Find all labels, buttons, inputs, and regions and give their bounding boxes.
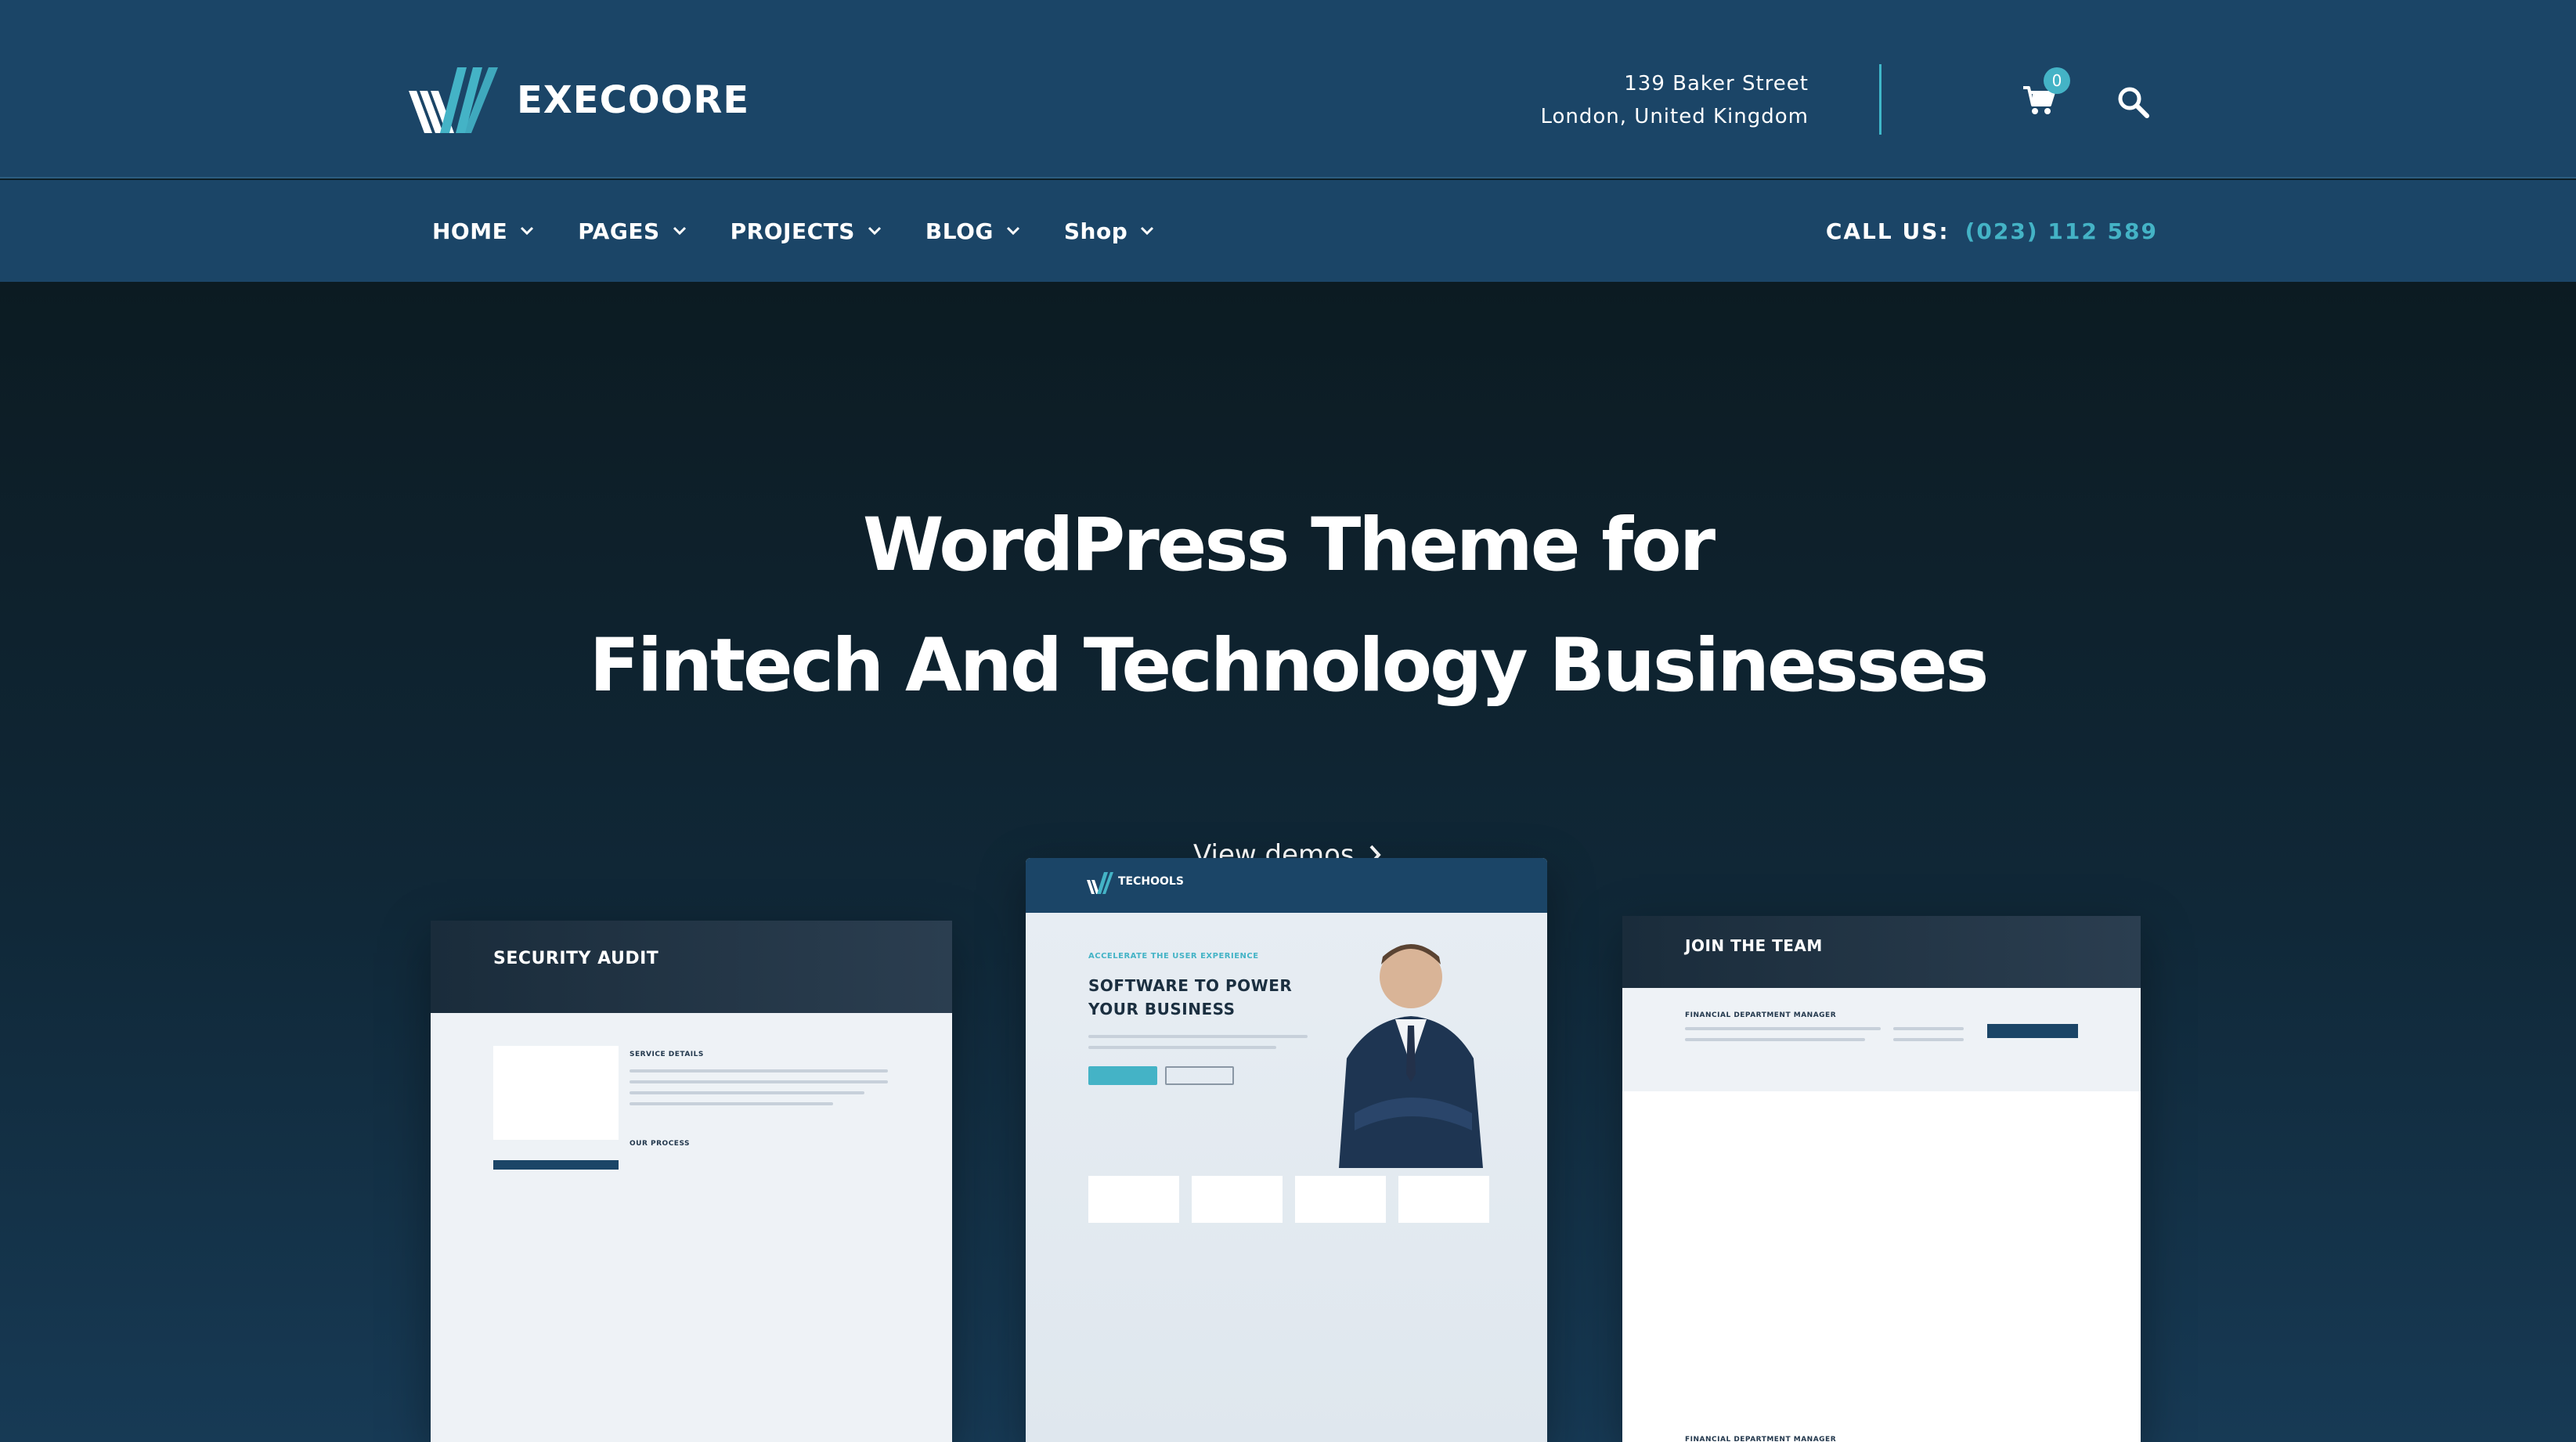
preview-section-heading: OUR PROCESS	[630, 1140, 691, 1148]
preview-content-area	[1622, 1091, 2141, 1442]
preview-section-heading: FINANCIAL DEPARTMENT MANAGER	[1685, 1011, 1837, 1019]
placeholder-text-line	[630, 1102, 833, 1105]
address-line-2: London, United Kingdom	[1540, 105, 1809, 128]
placeholder-text-line	[1088, 1046, 1276, 1049]
demo-preview-security-audit[interactable]: SECURITY AUDIT SERVICE DETAILS OUR PROCE…	[431, 921, 952, 1442]
brand-logo-icon	[409, 67, 498, 133]
preview-primary-button	[1088, 1066, 1157, 1085]
preview-apply-button	[1987, 1024, 2078, 1038]
call-us-label: CALL US:	[1825, 218, 1950, 244]
demo-preview-techools[interactable]: TECHOOLS ACCELERATE THE USER EXPERIENCE …	[1026, 858, 1547, 1442]
businessman-photo-icon	[1339, 944, 1483, 1168]
preview-secondary-button	[1165, 1066, 1234, 1085]
preview-feature-tile	[1398, 1176, 1489, 1223]
nav-item-projects[interactable]: PROJECTS	[731, 218, 882, 244]
main-nav: HOME PAGES PROJECTS BLOG Shop	[432, 180, 1198, 282]
preview-headline: SOFTWARE TO POWER YOUR BUSINESS	[1088, 974, 1292, 1021]
address-block: 139 Baker Street London, United Kingdom	[1540, 67, 1809, 133]
hero-title-line-1: WordPress Theme for	[862, 503, 1716, 588]
preview-brand-name: TECHOOLS	[1118, 875, 1184, 888]
preview-feature-tile	[1088, 1176, 1179, 1223]
preview-banner: JOIN THE TEAM	[1622, 916, 2141, 988]
nav-item-label: PROJECTS	[730, 218, 855, 244]
preview-headline-line-1: SOFTWARE TO POWER	[1088, 976, 1293, 995]
nav-item-label: HOME	[432, 218, 508, 244]
chevron-down-icon	[1141, 226, 1154, 236]
placeholder-text-line	[1893, 1038, 1964, 1041]
preview-banner: SECURITY AUDIT	[431, 921, 952, 1013]
chevron-down-icon	[868, 226, 881, 236]
preview-hero: ACCELERATE THE USER EXPERIENCE SOFTWARE …	[1026, 913, 1547, 1442]
placeholder-text-line	[1685, 1027, 1881, 1030]
preview-sidebar	[493, 1046, 619, 1140]
placeholder-text-line	[1088, 1035, 1308, 1038]
nav-item-home[interactable]: HOME	[432, 218, 534, 244]
preview-title: JOIN THE TEAM	[1685, 936, 1823, 955]
address-line-1: 139 Baker Street	[1624, 72, 1809, 96]
top-header: EXECOORE 139 Baker Street London, United…	[0, 0, 2576, 178]
preview-feature-tile	[1192, 1176, 1283, 1223]
search-icon[interactable]	[2116, 85, 2150, 119]
preview-kicker: ACCELERATE THE USER EXPERIENCE	[1088, 952, 1259, 961]
placeholder-text-line	[630, 1080, 888, 1083]
nav-item-blog[interactable]: BLOG	[925, 218, 1020, 244]
preview-feature-tile	[1295, 1176, 1386, 1223]
brand-logo[interactable]: EXECOORE	[409, 67, 749, 133]
brand-name: EXECOORE	[517, 78, 750, 122]
call-us: CALL US: (023) 112 589	[1826, 180, 2158, 282]
nav-item-shop[interactable]: Shop	[1064, 218, 1154, 244]
main-navigation-bar: HOME PAGES PROJECTS BLOG Shop CALL US: (…	[0, 180, 2576, 282]
placeholder-text-line	[630, 1069, 888, 1072]
nav-item-label: BLOG	[925, 218, 994, 244]
preview-section-heading: SERVICE DETAILS	[630, 1051, 704, 1058]
preview-title: SECURITY AUDIT	[493, 949, 659, 968]
nav-item-pages[interactable]: PAGES	[578, 218, 686, 244]
placeholder-text-line	[630, 1091, 864, 1094]
preview-header: TECHOOLS	[1026, 858, 1547, 913]
preview-sidebar-button	[493, 1160, 619, 1170]
brand-logo-icon	[1087, 872, 1113, 894]
preview-headline-line-2: YOUR BUSINESS	[1088, 1000, 1236, 1018]
demo-preview-join-the-team[interactable]: JOIN THE TEAM FINANCIAL DEPARTMENT MANAG…	[1622, 916, 2141, 1442]
chevron-down-icon	[673, 226, 686, 236]
placeholder-text-line	[1893, 1027, 1964, 1030]
chevron-down-icon	[1006, 226, 1019, 236]
chevron-down-icon	[521, 226, 534, 236]
nav-item-label: PAGES	[578, 218, 660, 244]
placeholder-text-line	[1685, 1038, 1865, 1041]
header-divider	[1879, 64, 1881, 135]
call-us-phone-link[interactable]: (023) 112 589	[1965, 218, 2158, 244]
preview-section-heading: FINANCIAL DEPARTMENT MANAGER	[1685, 1436, 1837, 1442]
hero-title-line-2: Fintech And Technology Businesses	[589, 623, 1990, 708]
nav-item-label: Shop	[1063, 218, 1128, 244]
cart-count-badge: 0	[2044, 67, 2070, 94]
